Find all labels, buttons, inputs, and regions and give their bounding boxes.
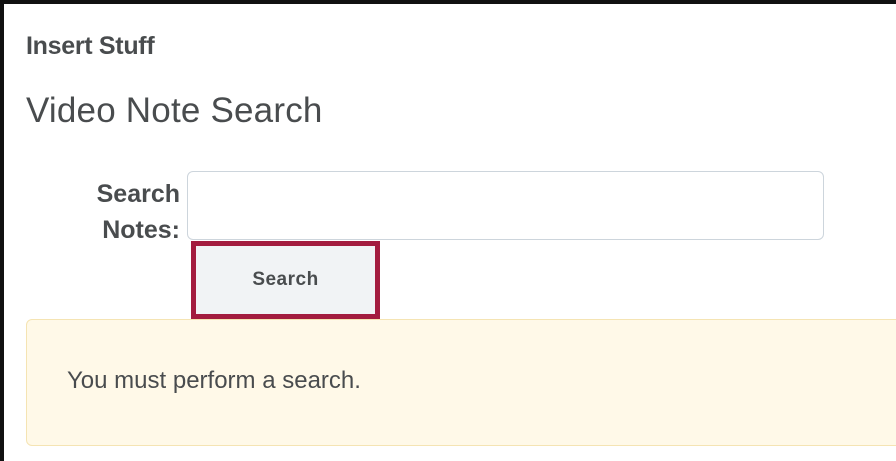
- alert-message-text: You must perform a search.: [67, 367, 361, 394]
- search-notes-input[interactable]: [187, 171, 824, 240]
- search-notes-label-line2: Notes:: [102, 216, 180, 244]
- alert-message-box: You must perform a search.: [26, 319, 896, 446]
- dialog-frame: Insert Stuff Video Note Search Search No…: [0, 0, 896, 461]
- search-button[interactable]: Search: [196, 246, 375, 314]
- dialog-title: Insert Stuff: [26, 32, 155, 60]
- search-notes-label: Search Notes:: [64, 176, 180, 248]
- page-title: Video Note Search: [26, 91, 323, 130]
- search-notes-label-line1: Search: [96, 180, 180, 208]
